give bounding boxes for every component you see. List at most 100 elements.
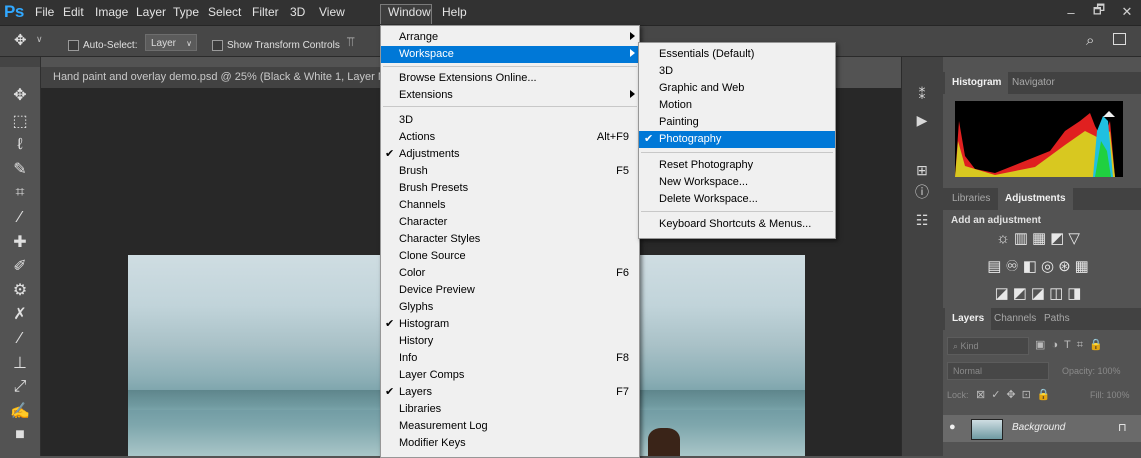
restore-icon[interactable]: 🗗 [1085, 0, 1113, 24]
menu-window[interactable]: Window [386, 5, 433, 19]
auto-select-checkbox[interactable]: Auto-Select: [68, 40, 137, 51]
minimize-icon[interactable]: – [1057, 0, 1085, 24]
layer-kind-filter[interactable]: ⌕ Kind [947, 337, 1029, 355]
workspace-item-3d[interactable]: 3D [639, 63, 835, 80]
window-menu-item-measurement-log[interactable]: Measurement Log [381, 418, 639, 435]
align-top-icon[interactable]: ⫪ [347, 34, 354, 50]
history-brush-tool-icon[interactable]: ✗ [7, 303, 33, 325]
window-menu-item-workspace[interactable]: Workspace [381, 46, 639, 63]
show-transform-checkbox[interactable]: Show Transform Controls [212, 40, 340, 51]
workspace-item-essentials-default[interactable]: Essentials (Default) [639, 46, 835, 63]
workspace-item-new-workspace[interactable]: New Workspace... [639, 174, 835, 191]
workspace-item-motion[interactable]: Motion [639, 97, 835, 114]
menu-edit[interactable]: Edit [61, 5, 86, 19]
layer-comps-panel-icon[interactable]: ☷ [912, 210, 932, 230]
menu-3d[interactable]: 3D [288, 5, 307, 19]
adjustment-icons-row-2[interactable]: ▤♾◧◎⊛▦ [955, 257, 1125, 275]
workspace-item-photography[interactable]: ✔ Photography [639, 131, 835, 148]
menu-type[interactable]: Type [171, 5, 201, 19]
checkmark-icon: ✔ [644, 133, 654, 145]
marquee-tool-icon[interactable]: ⬚ [7, 110, 33, 132]
workspace-switcher-icon[interactable] [1113, 33, 1126, 45]
opacity-control[interactable]: Opacity: 100% [1062, 366, 1121, 376]
menu-select[interactable]: Select [206, 5, 243, 19]
window-menu-item-modifier-keys[interactable]: Modifier Keys [381, 435, 639, 452]
blend-mode-dropdown[interactable]: Normal [947, 362, 1049, 380]
tab-channels[interactable]: Channels [987, 308, 1043, 330]
layer-filter-icons[interactable]: ▣◑T⌗🔒 [1035, 338, 1109, 352]
menu-image[interactable]: Image [93, 5, 130, 19]
window-menu-item-arrange[interactable]: Arrange [381, 29, 639, 46]
pen-tool-icon[interactable]: ■ [7, 424, 33, 446]
window-menu-item-browse-extensions-online[interactable]: Browse Extensions Online... [381, 70, 639, 87]
window-menu-item-layer-comps[interactable]: Layer Comps [381, 367, 639, 384]
tab-adjustments[interactable]: Adjustments [998, 188, 1073, 210]
history-panel-icon[interactable]: ⁑ [912, 84, 932, 104]
tab-libraries[interactable]: Libraries [945, 188, 997, 210]
window-menu-item-brush-presets[interactable]: Brush Presets [381, 180, 639, 197]
fill-control[interactable]: Fill: 100% [1090, 390, 1130, 400]
menu-help[interactable]: Help [440, 5, 469, 19]
move-tool-icon[interactable]: ✥ [14, 31, 27, 49]
window-menu-item-history[interactable]: History [381, 333, 639, 350]
window-menu-item-glyphs[interactable]: Glyphs [381, 299, 639, 316]
tab-histogram[interactable]: Histogram [945, 72, 1009, 94]
menu-view[interactable]: View [317, 5, 347, 19]
document-tab[interactable]: Hand paint and overlay demo.psd @ 25% (B… [41, 67, 381, 88]
move-tool-icon[interactable]: ✥ [7, 84, 33, 106]
window-menu-item-brush[interactable]: Brush F5 [381, 163, 639, 180]
eraser-tool-icon[interactable]: ⁄ [7, 328, 33, 350]
search-icon[interactable]: ⌕ [1086, 32, 1094, 49]
menu-filter[interactable]: Filter [250, 5, 281, 19]
window-menu-item-adjustments[interactable]: ✔ Adjustments [381, 146, 639, 163]
workspace-item-keyboard-shortcuts-menus[interactable]: Keyboard Shortcuts & Menus... [639, 216, 835, 233]
dodge-tool-icon[interactable]: ✍ [7, 400, 33, 422]
window-menu-item-color[interactable]: Color F6 [381, 265, 639, 282]
window-menu-item-actions[interactable]: Actions Alt+F9 [381, 129, 639, 146]
window-menu-item-character-styles[interactable]: Character Styles [381, 231, 639, 248]
tab-navigator[interactable]: Navigator [1005, 72, 1062, 94]
fill-label: Fill: [1090, 390, 1104, 400]
layer-name[interactable]: Background [1012, 422, 1065, 433]
window-menu-item-channels[interactable]: Channels [381, 197, 639, 214]
window-menu-item-libraries[interactable]: Libraries [381, 401, 639, 418]
window-menu-item-character[interactable]: Character [381, 214, 639, 231]
crop-tool-icon[interactable]: ⌗ [7, 182, 33, 204]
eyedropper-tool-icon[interactable]: ⁄ [7, 207, 33, 229]
window-menu-item-histogram[interactable]: ✔ Histogram [381, 316, 639, 333]
auto-select-target-dropdown[interactable]: Layer ∨ [145, 34, 197, 51]
actions-panel-icon[interactable]: ▶ [912, 110, 932, 130]
menu-file[interactable]: File [33, 5, 56, 19]
window-menu-item-info[interactable]: Info F8 [381, 350, 639, 367]
eye-icon[interactable]: ● [949, 421, 956, 433]
workspace-item-painting[interactable]: Painting [639, 114, 835, 131]
properties-panel-icon[interactable]: ⊞ [912, 160, 932, 180]
brush-tool-icon[interactable]: ✐ [7, 255, 33, 277]
close-icon[interactable]: ✕ [1113, 0, 1141, 24]
lock-icons[interactable]: ⊠✓✥⊡🔒 [976, 388, 1057, 401]
lasso-tool-icon[interactable]: ℓ [7, 134, 33, 156]
tools-panel-grip[interactable] [0, 57, 40, 67]
chevron-down-icon[interactable]: ∨ [36, 34, 43, 45]
gradient-tool-icon[interactable]: ⊥ [7, 352, 33, 374]
workspace-item-reset-photography[interactable]: Reset Photography [639, 157, 835, 174]
healing-brush-tool-icon[interactable]: ✚ [7, 231, 33, 253]
info-panel-icon[interactable]: ⓘ [912, 182, 932, 202]
adjustment-icons-row-1[interactable]: ☼▥▦◩▽ [955, 229, 1125, 247]
clone-stamp-tool-icon[interactable]: ⚙ [7, 279, 33, 301]
window-menu-item-extensions[interactable]: Extensions [381, 87, 639, 104]
tab-paths[interactable]: Paths [1037, 308, 1077, 330]
tab-layers[interactable]: Layers [945, 308, 992, 330]
window-menu-item-3d[interactable]: 3D [381, 112, 639, 129]
workspace-item-graphic-and-web[interactable]: Graphic and Web [639, 80, 835, 97]
adjustment-icons-row-3[interactable]: ◪◩◪◫◨ [955, 284, 1125, 302]
menu-layer[interactable]: Layer [134, 5, 168, 19]
window-menu-item-clone-source[interactable]: Clone Source [381, 248, 639, 265]
quick-select-tool-icon[interactable]: ✎ [7, 158, 33, 180]
window-menu-item-layers[interactable]: ✔ Layers F7 [381, 384, 639, 401]
opacity-label: Opacity: [1062, 366, 1096, 376]
window-menu-item-device-preview[interactable]: Device Preview [381, 282, 639, 299]
blur-tool-icon[interactable]: ⤢ [7, 376, 33, 398]
workspace-item-delete-workspace[interactable]: Delete Workspace... [639, 191, 835, 208]
menu-item-label: Essentials (Default) [659, 48, 755, 60]
